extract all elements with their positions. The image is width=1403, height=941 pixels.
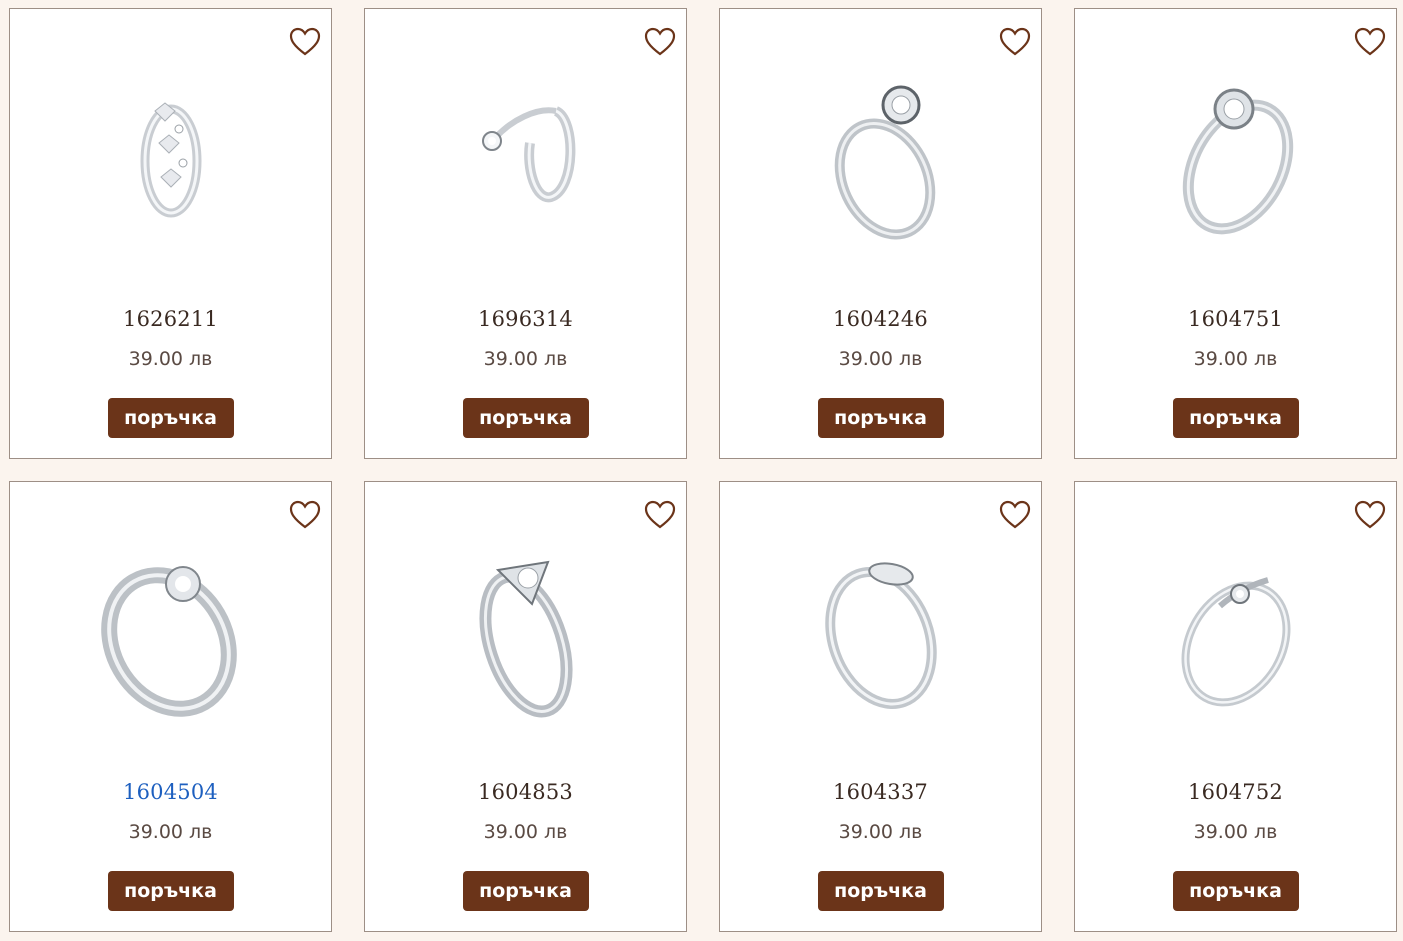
order-button[interactable]: поръчка [462,871,589,911]
product-image[interactable] [426,59,626,259]
product-image[interactable] [781,532,981,732]
favorite-heart-icon[interactable] [644,27,676,57]
product-code[interactable]: 1604853 [365,780,686,804]
product-card[interactable]: 1626211 39.00 лв поръчка [9,8,332,459]
product-code[interactable]: 1626211 [10,307,331,331]
order-button[interactable]: поръчка [462,398,589,438]
product-card[interactable]: 1604504 39.00 лв поръчка [9,481,332,932]
product-card[interactable]: 1604853 39.00 лв поръчка [364,481,687,932]
favorite-heart-icon[interactable] [644,500,676,530]
product-card[interactable]: 1604752 39.00 лв поръчка [1074,481,1397,932]
favorite-heart-icon[interactable] [999,27,1031,57]
product-image[interactable] [1136,59,1336,259]
product-code[interactable]: 1604337 [720,780,1041,804]
favorite-heart-icon[interactable] [999,500,1031,530]
product-price: 39.00 лв [1193,821,1278,843]
product-code[interactable]: 1696314 [365,307,686,331]
product-price: 39.00 лв [128,821,213,843]
product-price: 39.00 лв [483,821,568,843]
product-image[interactable] [426,532,626,732]
favorite-heart-icon[interactable] [289,500,321,530]
product-image[interactable] [71,59,271,259]
product-price: 39.00 лв [838,821,923,843]
order-button[interactable]: поръчка [817,398,944,438]
product-code[interactable]: 1604504 [10,780,331,804]
product-image[interactable] [781,59,981,259]
order-button[interactable]: поръчка [107,871,234,911]
order-button[interactable]: поръчка [1172,871,1299,911]
order-button[interactable]: поръчка [1172,398,1299,438]
product-price: 39.00 лв [483,348,568,370]
favorite-heart-icon[interactable] [1354,500,1386,530]
product-price: 39.00 лв [1193,348,1278,370]
product-image[interactable] [1136,532,1336,732]
product-code[interactable]: 1604246 [720,307,1041,331]
product-code[interactable]: 1604752 [1075,780,1396,804]
product-card[interactable]: 1604246 39.00 лв поръчка [719,8,1042,459]
product-image[interactable] [71,532,271,732]
product-price: 39.00 лв [838,348,923,370]
product-grid: 1626211 39.00 лв поръчка 1696314 39.00 л… [0,0,1403,941]
product-card[interactable]: 1604751 39.00 лв поръчка [1074,8,1397,459]
favorite-heart-icon[interactable] [1354,27,1386,57]
product-code[interactable]: 1604751 [1075,307,1396,331]
order-button[interactable]: поръчка [817,871,944,911]
product-card[interactable]: 1696314 39.00 лв поръчка [364,8,687,459]
order-button[interactable]: поръчка [107,398,234,438]
product-card[interactable]: 1604337 39.00 лв поръчка [719,481,1042,932]
product-price: 39.00 лв [128,348,213,370]
favorite-heart-icon[interactable] [289,27,321,57]
